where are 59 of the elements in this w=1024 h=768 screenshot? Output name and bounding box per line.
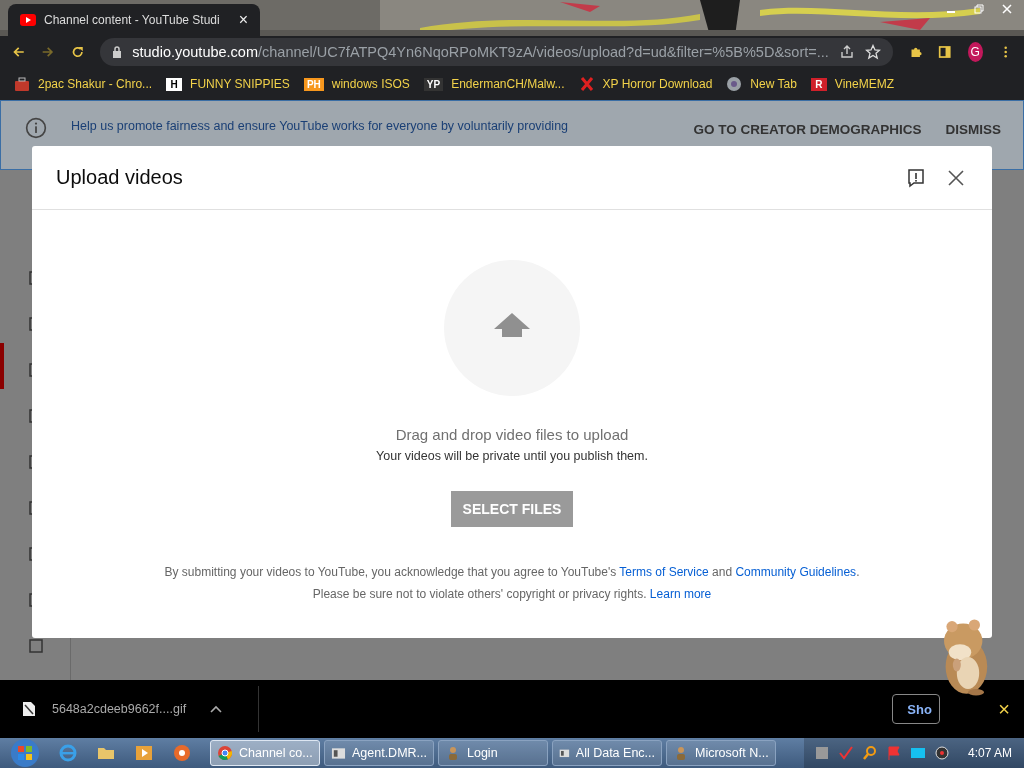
bookmark[interactable]: YP EndermanCH/Malw...	[423, 77, 565, 91]
browser-e-icon[interactable]	[58, 743, 78, 763]
feedback-icon[interactable]	[906, 167, 926, 188]
upload-subtext: Your videos will be private until you publish them.	[376, 449, 648, 463]
chrome-icon	[217, 745, 233, 761]
bookmark[interactable]: 2pac Shakur - Chro...	[14, 76, 153, 92]
media-player-icon[interactable]	[134, 743, 154, 763]
download-filename[interactable]: 5648a2cdeeb9662f....gif	[52, 702, 187, 716]
restore-icon[interactable]	[974, 4, 984, 14]
video-logo-icon	[20, 14, 36, 26]
taskbar-button[interactable]: Login	[438, 740, 548, 766]
speaker-icon[interactable]	[933, 745, 950, 761]
legal-link[interactable]: Terms of Service	[619, 565, 709, 579]
upload-arrow-icon	[494, 313, 530, 337]
bookmark-favicon: H	[166, 77, 183, 91]
bookmark-favicon: R	[810, 77, 827, 91]
legal-link[interactable]: Learn more	[649, 587, 712, 601]
legal-notice: Please be sure not to violate others' copyright or privacy rights. Learn more	[312, 587, 712, 601]
sidebar-icon[interactable]	[28, 638, 44, 654]
side-panel-icon[interactable]	[938, 43, 952, 61]
banner-text: Help us promote fairness and ensure YouTube works for everyone by voluntarily providing	[71, 118, 570, 133]
close-download-bar-button[interactable]: ×	[996, 697, 1012, 721]
clock[interactable]: 4:07 AM	[967, 746, 1012, 760]
address-bar[interactable]: studio.youtube.com/channel/UC7fATPQ4Yn6NqoRPoMKT9zA/videos/upload?d=ud&filter=%5B%5D&sort=...	[100, 38, 893, 66]
bookmark[interactable]: H FUNNY SNIPPIES	[166, 77, 290, 91]
browser-tab[interactable]: Channel content - YouTube Studi ×	[8, 4, 260, 36]
close-icon[interactable]	[946, 167, 966, 188]
share-icon[interactable]	[838, 44, 855, 60]
bookmark-favicon: YP	[423, 77, 444, 91]
legal-notice: By submitting your videos to YouTube, you acknowledge that you agree to YouTube's Terms of Service and Community Guidelines.	[164, 565, 860, 579]
monitor-icon[interactable]	[909, 745, 926, 761]
taskbar-button[interactable]: Agent.DMR...	[324, 740, 434, 766]
url-text: studio.youtube.com/channel/UC7fATPQ4Yn6NqoRPoMKT9zA/videos/upload?d=ud&filter=%5B%5D&sort=...	[132, 44, 829, 60]
start-button[interactable]	[10, 738, 40, 768]
check-mark-icon[interactable]	[837, 745, 854, 761]
bookmark-favicon: PH	[303, 77, 324, 91]
bookmark[interactable]: R VineMEMZ	[810, 77, 894, 91]
close-icon[interactable]	[1002, 4, 1012, 14]
show-all-button[interactable]: Sho	[892, 694, 941, 724]
upload-heading: Drag and drop video files to upload	[395, 426, 629, 443]
bookmark[interactable]: New Tab	[726, 76, 797, 92]
dialog-title: Upload videos	[56, 166, 184, 189]
taskbar-button[interactable]: Microsoft N...	[666, 740, 776, 766]
app-icon[interactable]	[172, 743, 192, 763]
info-icon	[25, 117, 47, 139]
bookmark[interactable]: PH windows ISOS	[303, 77, 410, 91]
window-icon	[331, 745, 346, 761]
profile-avatar[interactable]: G	[967, 42, 983, 62]
taskbar-button[interactable]: All Data Enc...	[552, 740, 662, 766]
banner-action-button[interactable]: DISMISS	[945, 117, 1001, 137]
caret-icon[interactable]	[210, 705, 223, 713]
magnifier-icon[interactable]	[861, 745, 878, 761]
bookmark[interactable]: XP Horror Download	[578, 76, 713, 92]
banner-action-button[interactable]: GO TO CREATOR DEMOGRAPHICS	[693, 117, 922, 137]
tab-title: Channel content - YouTube Studi	[44, 13, 221, 27]
star-icon[interactable]	[864, 44, 881, 60]
lock-icon	[112, 46, 123, 58]
close-tab-button[interactable]: ×	[234, 11, 252, 29]
file-icon	[22, 701, 36, 717]
